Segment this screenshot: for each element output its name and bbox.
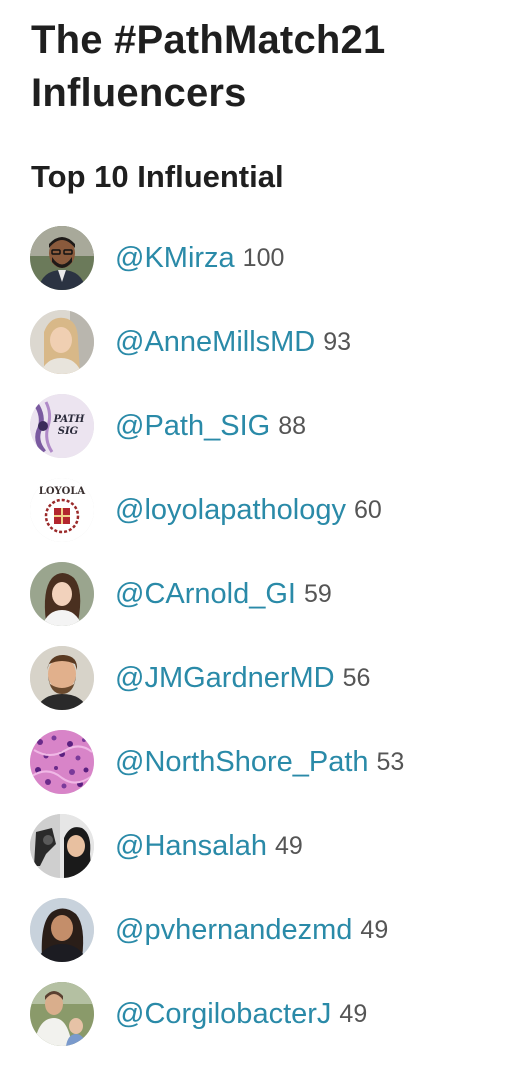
influencer-handle[interactable]: @CArnold_GI [115, 578, 296, 611]
avatar-logo-text: PATH [53, 414, 85, 425]
avatar[interactable] [30, 730, 94, 794]
svg-text:SIG: SIG [58, 426, 79, 437]
influence-score: 93 [323, 327, 352, 356]
list-item: @Hansalah 49 [30, 814, 303, 878]
influencer-handle[interactable]: @NorthShore_Path [115, 746, 369, 779]
page-title: The #PathMatch21 Influencers [31, 14, 385, 120]
avatar[interactable] [30, 982, 94, 1046]
page-title-line-1: The #PathMatch21 [31, 18, 386, 62]
influencer-handle[interactable]: @Path_SIG [115, 410, 270, 443]
avatar[interactable] [30, 814, 94, 878]
influence-score: 56 [342, 663, 371, 692]
list-item: @CorgilobacterJ 49 [30, 982, 367, 1046]
svg-text:LOYOLA: LOYOLA [39, 486, 86, 497]
list-item: LOYOLA @loyolapathology 60 [30, 478, 382, 542]
list-item: @pvhernandezmd 49 [30, 898, 388, 962]
avatar[interactable] [30, 562, 94, 626]
page-title-line-2: Influencers [31, 71, 247, 115]
list-item: @JMGardnerMD 56 [30, 646, 370, 710]
influence-score: 49 [274, 831, 303, 860]
influencer-handle[interactable]: @CorgilobacterJ [115, 998, 331, 1031]
list-item: @KMirza 100 [30, 226, 284, 290]
avatar[interactable] [30, 226, 94, 290]
influencers-card: The #PathMatch21 Influencers Top 10 Infl… [0, 0, 522, 1072]
influencer-handle[interactable]: @pvhernandezmd [115, 914, 352, 947]
list-item: PATH SIG @Path_SIG 88 [30, 394, 306, 458]
influence-score: 100 [242, 243, 285, 272]
influence-score: 59 [303, 579, 332, 608]
influence-score: 49 [339, 999, 368, 1028]
influencer-handle[interactable]: @KMirza [115, 242, 235, 275]
influence-score: 49 [360, 915, 389, 944]
list-item: @NorthShore_Path 53 [30, 730, 404, 794]
avatar[interactable] [30, 646, 94, 710]
influencer-handle[interactable]: @AnneMillsMD [115, 326, 315, 359]
influencer-handle[interactable]: @loyolapathology [115, 494, 346, 527]
avatar[interactable] [30, 898, 94, 962]
list-item: @CArnold_GI 59 [30, 562, 332, 626]
list-item: @AnneMillsMD 93 [30, 310, 351, 374]
section-heading: Top 10 Influential [31, 159, 284, 194]
avatar[interactable] [30, 310, 94, 374]
influencer-handle[interactable]: @JMGardnerMD [115, 662, 335, 695]
influence-score: 53 [376, 747, 405, 776]
influencer-handle[interactable]: @Hansalah [115, 830, 267, 863]
avatar[interactable]: LOYOLA [30, 478, 94, 542]
influence-score: 60 [353, 495, 382, 524]
avatar[interactable]: PATH SIG [30, 394, 94, 458]
influence-score: 88 [278, 411, 306, 440]
